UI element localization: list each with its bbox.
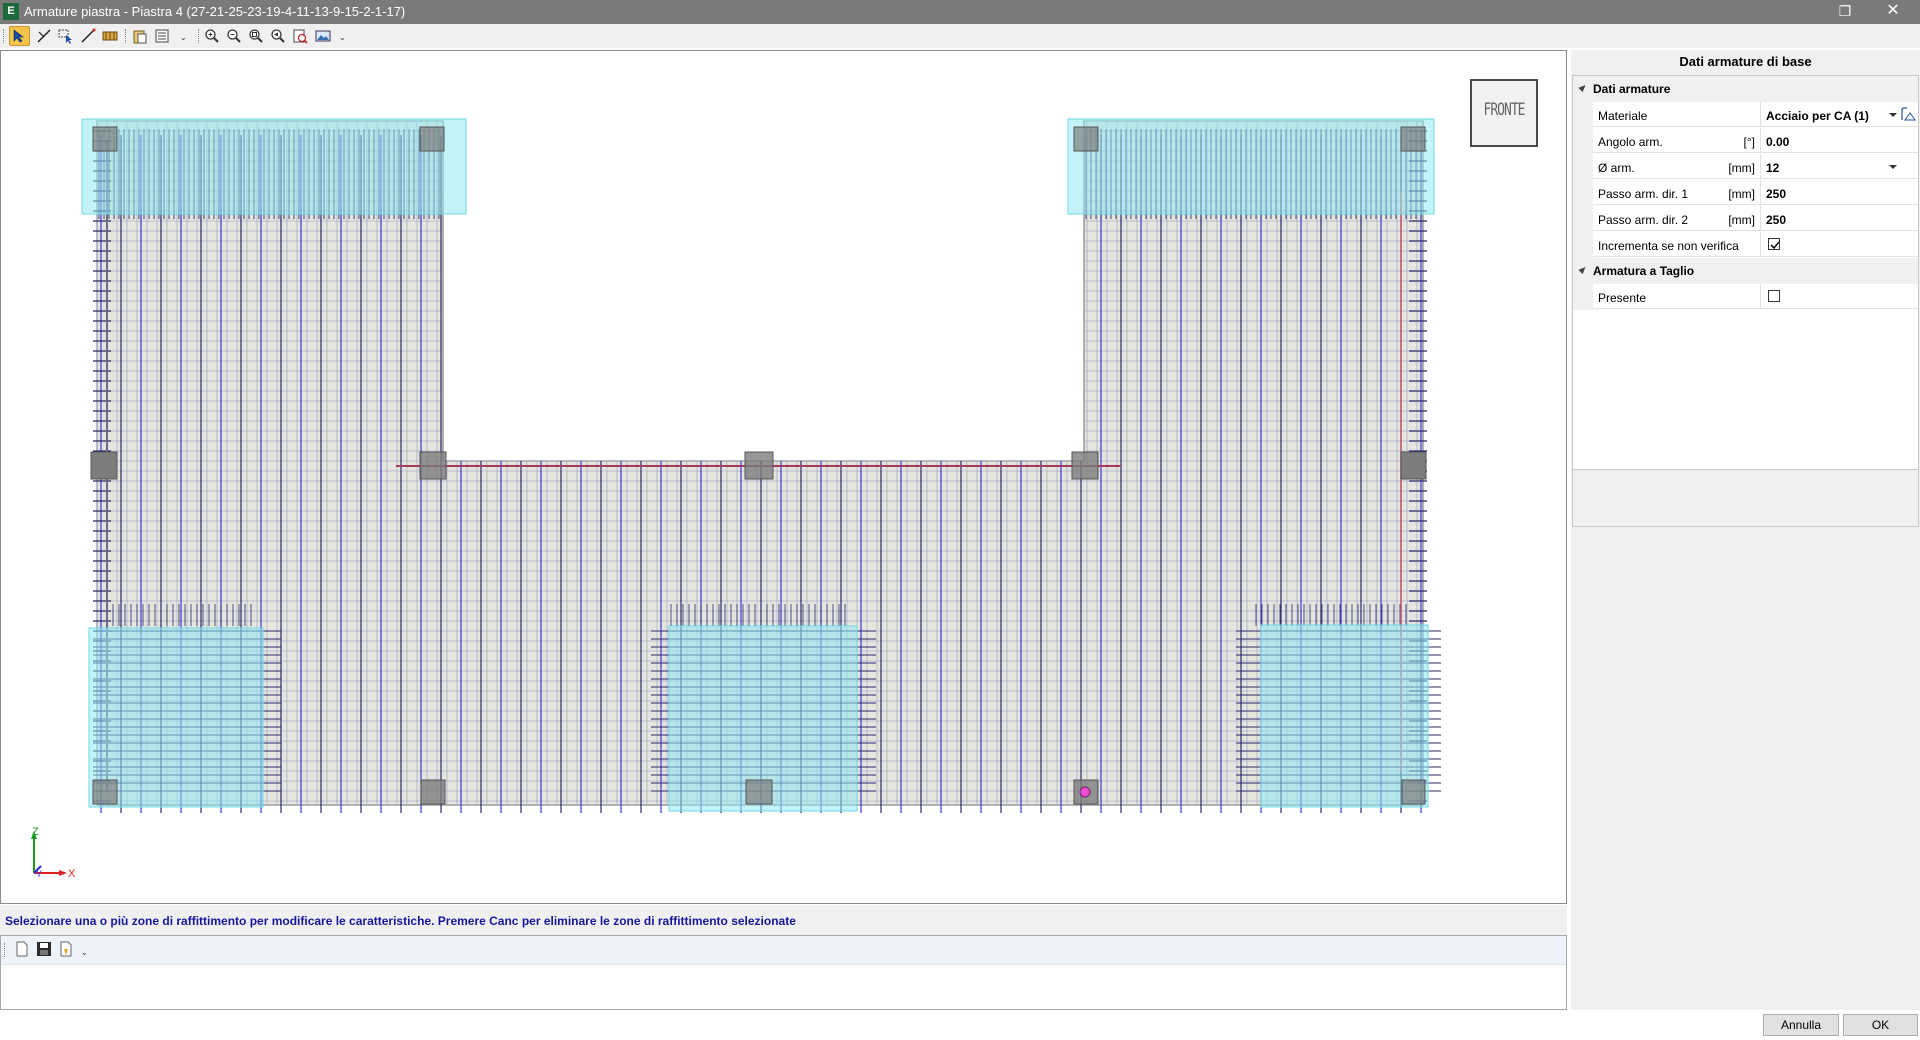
collapse-arrow-icon[interactable] [1578,264,1588,275]
support[interactable] [419,451,447,480]
zoom-extents-button[interactable] [291,27,310,45]
support[interactable] [419,126,445,152]
view-cube[interactable]: FRONTE [1470,79,1538,147]
zoom-window-icon [249,29,263,43]
hint-bar: Selezionare una o più zone di raffittime… [0,905,1567,935]
support[interactable] [744,451,774,480]
material-editor-icon[interactable] [1901,107,1916,121]
new-document-button[interactable] [14,941,30,957]
title-bar: E Armature piastra - Piastra 4 (27-21-25… [0,0,1920,24]
hint-message: Selezionare una o più zone di raffittime… [5,914,796,928]
checkmark-icon [1770,241,1780,250]
collapse-arrow-icon[interactable] [1578,82,1588,93]
zoom-in-icon [205,29,219,43]
zone-top-right[interactable] [1067,118,1435,215]
chevron-down-icon[interactable] [1889,113,1897,117]
zoom-in-button[interactable] [203,27,222,45]
passo-dir2-value[interactable]: 250 [1766,213,1786,227]
axis-z-label: Z [32,826,39,838]
cancel-button[interactable]: Annulla [1763,1014,1839,1036]
rebar-tool-button[interactable] [101,27,120,45]
support[interactable] [92,779,118,805]
prop-presente[interactable]: Presente [1573,284,1918,310]
message-panel: ⌄ [0,935,1567,1010]
ok-button[interactable]: OK [1843,1014,1918,1036]
window-title: Armature piastra - Piastra 4 (27-21-25-2… [24,4,406,19]
point-marker[interactable] [1079,786,1091,798]
paste-icon [133,30,147,44]
axis-y-label: Y [36,869,42,879]
zoom-previous-icon [271,29,285,43]
toolbar-grip [3,29,5,43]
zoom-out-icon [227,29,241,43]
prop-incrementa[interactable]: Incrementa se non verifica [1573,232,1918,258]
support[interactable] [92,126,118,152]
axis-x-label: X [68,868,76,880]
properties-panel: Dati armature di base Dati armature Mate… [1571,50,1920,1010]
trim-line-button[interactable] [35,27,54,45]
trim-line-icon [37,29,51,43]
message-toolbar: ⌄ [1,936,1566,965]
axis-gizmo: Z X Y [31,826,76,880]
rebar-tool-icon [102,31,118,41]
diametro-value[interactable]: 12 [1766,161,1779,175]
close-window-button[interactable]: ✕ [1878,0,1908,24]
properties-button[interactable] [153,27,172,45]
window-select-button[interactable] [57,27,76,45]
new-document-icon [16,941,28,957]
draw-line-icon [81,28,96,43]
draw-line-button[interactable] [79,27,98,45]
properties-icon [155,29,169,43]
zoom-out-button[interactable] [225,27,244,45]
support[interactable] [1071,451,1099,480]
panel-title: Dati armature di base [1679,54,1812,69]
view-cube-label: FRONTE [1483,100,1526,121]
support[interactable] [1073,126,1099,152]
toolbar-overflow-icon[interactable]: ⌄ [180,33,187,42]
select-pointer-button[interactable] [9,26,30,46]
main-toolbar: ⌄ ⌄ [0,24,1920,48]
support[interactable] [1400,126,1426,152]
pointer-arrow-icon [13,29,24,43]
image-export-button[interactable] [314,27,333,45]
prop-angolo[interactable]: Angolo arm. [°] 0.00 [1573,128,1918,154]
zoom-extents-icon [293,29,308,44]
zoom-previous-button[interactable] [269,27,288,45]
prop-passo-dir1[interactable]: Passo arm. dir. 1 [mm] 250 [1573,180,1918,206]
save-button[interactable] [36,941,52,957]
chevron-down-icon[interactable] [1889,165,1897,169]
zoom-window-button[interactable] [247,27,266,45]
prop-materiale[interactable]: Materiale Acciaio per CA (1) [1573,102,1918,128]
drawing-canvas[interactable]: Z X Y FRONTE [0,50,1567,904]
window-select-icon [58,29,72,44]
paste-button[interactable] [131,27,150,45]
print-preview-button[interactable] [58,941,74,957]
prop-diametro[interactable]: Ø arm. [mm] 12 [1573,154,1918,180]
zone-top-left[interactable] [81,118,467,215]
materiale-value[interactable]: Acciaio per CA (1) [1766,109,1869,123]
passo-dir1-value[interactable]: 250 [1766,187,1786,201]
angolo-value[interactable]: 0.00 [1766,135,1789,149]
image-icon [315,30,331,42]
support[interactable] [745,779,773,805]
category-dati-armature[interactable]: Dati armature [1573,76,1918,102]
description-panel [1572,469,1919,527]
prop-passo-dir2[interactable]: Passo arm. dir. 2 [mm] 250 [1573,206,1918,232]
incrementa-checkbox[interactable] [1768,238,1780,250]
support[interactable] [1401,779,1426,805]
app-icon: E [3,3,19,20]
category-armatura-taglio[interactable]: Armatura a Taglio [1573,258,1918,284]
toolbar-overflow-2-icon[interactable]: ⌄ [339,33,346,42]
property-grid: Dati armature Materiale Acciaio per CA (… [1572,75,1919,519]
support[interactable] [90,451,118,480]
restore-window-button[interactable]: ❐ [1830,0,1860,24]
support[interactable] [1400,451,1427,480]
print-preview-icon [60,941,72,957]
message-toolbar-overflow-icon[interactable]: ⌄ [81,948,88,957]
support[interactable] [420,779,446,805]
slab-reinforcement-drawing[interactable]: Z X Y [1,51,1566,903]
presente-checkbox[interactable] [1768,290,1780,302]
save-icon [37,942,51,956]
